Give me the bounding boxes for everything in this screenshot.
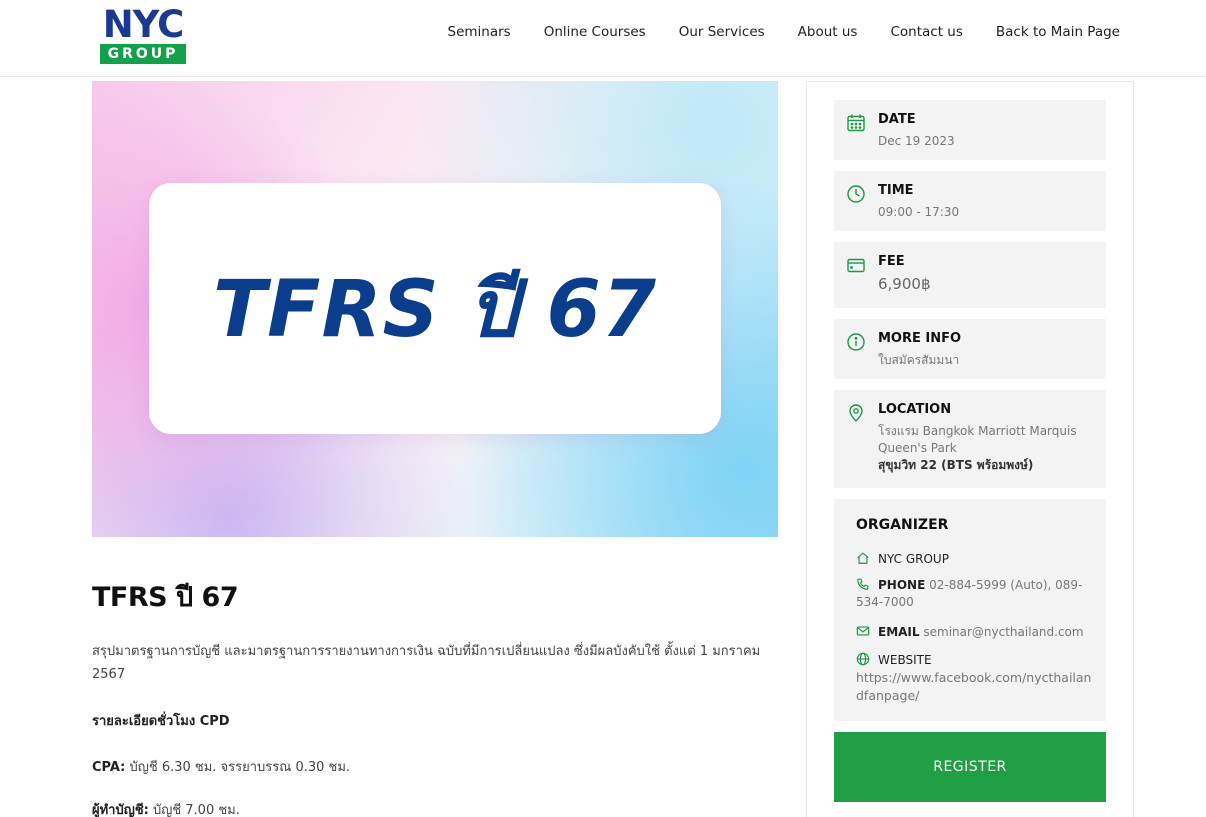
time-box: TIME 09:00 - 17:30 — [834, 171, 1106, 231]
email-value[interactable]: seminar@nycthailand.com — [923, 625, 1083, 639]
location-area: สุขุมวิท 22 (BTS พร้อมพงษ์) — [878, 458, 1034, 472]
more-info-label: MORE INFO — [878, 331, 962, 346]
hero-card: TFRS ปี 67 — [149, 183, 721, 434]
location-box: LOCATION โรงแรม Bangkok Marriott Marquis… — [834, 390, 1106, 488]
seminar-description: สรุปมาตรฐานการบัญชี และมาตรฐานการรายงานท… — [92, 644, 761, 682]
home-icon — [856, 551, 872, 565]
organizer-email-row: EMAIL seminar@nycthailand.com — [856, 624, 1106, 641]
email-icon — [856, 624, 872, 638]
location-venue: โรงแรม Bangkok Marriott Marquis Queen's … — [878, 424, 1077, 455]
site-header: NYC GROUP Seminars Online Courses Our Se… — [0, 0, 1206, 77]
nav-contact-us[interactable]: Contact us — [890, 24, 962, 40]
location-label: LOCATION — [878, 402, 952, 417]
location-pin-icon — [846, 403, 866, 423]
logo-text-bottom: GROUP — [100, 44, 186, 64]
more-info-box: MORE INFO ใบสมัครสัมมนา — [834, 319, 1106, 379]
nav-online-courses[interactable]: Online Courses — [544, 24, 646, 40]
cpa-label: CPA: — [92, 760, 126, 775]
date-box: DATE Dec 19 2023 — [834, 100, 1106, 160]
nav-our-services[interactable]: Our Services — [679, 24, 765, 40]
fee-value: 6,900฿ — [878, 275, 931, 293]
hero-title: TFRS ปี 67 — [212, 264, 658, 355]
organizer-name-row: NYC GROUP — [856, 551, 1106, 568]
event-sidebar: DATE Dec 19 2023 TIME 09:00 - 17:30 FEE … — [806, 81, 1134, 817]
accountant-label: ผู้ทำบัญชี: — [92, 803, 149, 817]
wallet-icon — [846, 255, 866, 275]
date-value: Dec 19 2023 — [878, 134, 955, 148]
cpa-value: บัญชี 6.30 ชม. จรรยาบรรณ 0.30 ชม. — [129, 760, 351, 775]
email-label: EMAIL — [878, 625, 920, 639]
website-label: WEBSITE — [878, 653, 932, 667]
nav-back-to-main[interactable]: Back to Main Page — [996, 24, 1120, 40]
organizer-website-row: WEBSITE https://www.facebook.com/nycthai… — [856, 652, 1106, 705]
globe-icon — [856, 652, 872, 666]
logo-text-top: NYC — [102, 3, 185, 46]
cpd-heading: รายละเอียดชั่วโมง CPD — [92, 714, 230, 729]
info-icon — [846, 332, 866, 352]
organizer-box: ORGANIZER NYC GROUP PHONE 02-884-5999 (A… — [834, 499, 1106, 721]
register-button[interactable]: REGISTER — [834, 732, 1106, 802]
fee-label: FEE — [878, 254, 905, 269]
phone-label: PHONE — [878, 578, 926, 592]
time-value: 09:00 - 17:30 — [878, 205, 960, 219]
nav-seminars[interactable]: Seminars — [448, 24, 511, 40]
main-nav: Seminars Online Courses Our Services Abo… — [415, 24, 1121, 40]
clock-icon — [846, 184, 866, 204]
nav-about-us[interactable]: About us — [798, 24, 858, 40]
fee-box: FEE 6,900฿ — [834, 242, 1106, 308]
page-title: TFRS ปี 67 — [92, 582, 239, 613]
nyc-group-logo[interactable]: NYC GROUP — [100, 3, 186, 64]
organizer-title: ORGANIZER — [856, 517, 949, 533]
organizer-name: NYC GROUP — [878, 552, 949, 566]
time-label: TIME — [878, 183, 914, 198]
organizer-phone-row: PHONE 02-884-5999 (Auto), 089-534-7000 — [846, 577, 1102, 611]
more-info-link[interactable]: ใบสมัครสัมมนา — [878, 352, 1098, 369]
calendar-icon — [846, 113, 866, 133]
accountant-value: บัญชี 7.00 ชม. — [152, 803, 240, 817]
phone-icon — [856, 577, 872, 591]
hero-banner: TFRS ปี 67 — [92, 81, 778, 537]
website-link[interactable]: https://www.facebook.com/nycthailandfanp… — [856, 669, 1096, 705]
date-label: DATE — [878, 112, 916, 127]
accountant-hours: ผู้ทำบัญชี: บัญชี 7.00 ชม. — [92, 799, 240, 817]
cpa-hours: CPA: บัญชี 6.30 ชม. จรรยาบรรณ 0.30 ชม. — [92, 756, 350, 777]
location-value: โรงแรม Bangkok Marriott Marquis Queen's … — [878, 423, 1098, 474]
